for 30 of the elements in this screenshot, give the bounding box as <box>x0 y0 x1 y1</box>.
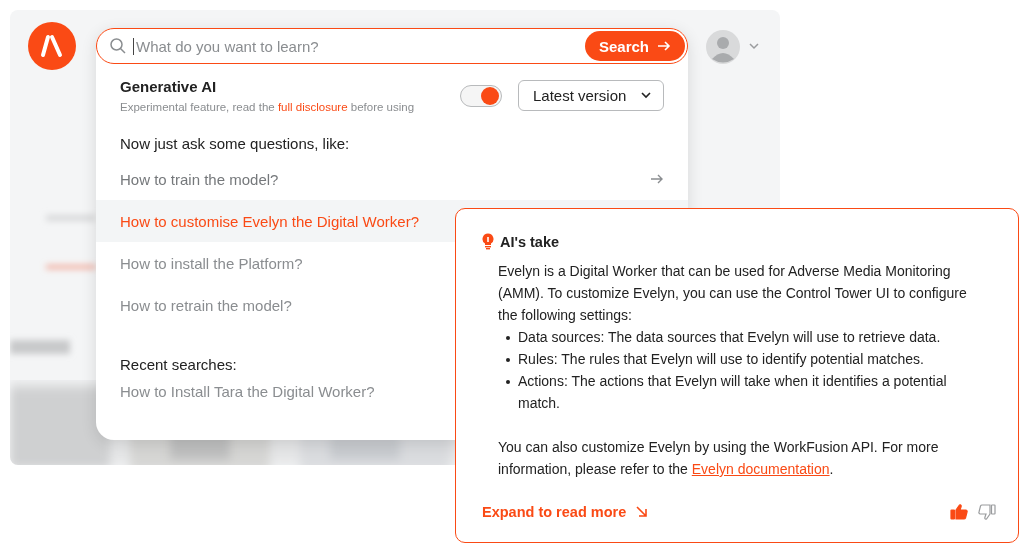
chevron-down-icon <box>641 92 651 99</box>
suggestion-item[interactable]: How to train the model? <box>96 158 688 200</box>
arrow-right-icon <box>650 174 664 184</box>
section-heading: Recent searches: <box>120 356 237 373</box>
answer-text: You can also customize Evelyn by using the WorkFusion API. For more information, please refer to the Evelyn documentation. <box>498 438 940 479</box>
thumbs-up-icon[interactable] <box>950 504 968 520</box>
chevron-down-icon[interactable] <box>748 42 760 50</box>
expand-link[interactable]: Expand to read more <box>482 504 950 520</box>
feature-title: Generative AI <box>120 78 218 95</box>
bullet-icon <box>506 380 510 384</box>
logo-icon[interactable] <box>28 22 76 70</box>
toggle-switch[interactable] <box>460 84 502 107</box>
lightbulb-icon <box>482 233 494 250</box>
answer-text: Evelyn is a Digital Worker that can be used for Adverse Media Monitoring (AMM). To customize Evelyn, you can use the Control Tower UI to configure the following settings: <box>498 262 968 325</box>
feature-description: Experimental feature, read the full disclosure before using <box>120 101 416 113</box>
bullet-icon <box>506 358 510 362</box>
list-item-text: Actions: The actions that Evelyn will take when it identifies a potential match. <box>518 372 948 413</box>
arrow-right-icon <box>657 41 671 51</box>
version-dropdown[interactable]: Latest version <box>518 80 664 111</box>
arrow-down-right-icon <box>636 506 649 518</box>
search-icon <box>109 37 127 55</box>
disclosure-link[interactable]: full disclosure <box>277 101 348 113</box>
avatar-icon[interactable] <box>706 30 740 64</box>
list-item-text: Data sources: The data sources that Evelyn will use to retrieve data. <box>518 328 941 347</box>
list-item-text: Rules: The rules that Evelyn will use to identify potential matches. <box>518 350 924 369</box>
search-button[interactable]: Search <box>584 31 685 61</box>
thumbs-down-icon[interactable] <box>978 504 996 520</box>
section-heading: Now just ask some questions, like: <box>120 135 350 152</box>
bullet-icon <box>506 336 510 340</box>
documentation-link[interactable]: Evelyn documentation <box>691 461 830 477</box>
